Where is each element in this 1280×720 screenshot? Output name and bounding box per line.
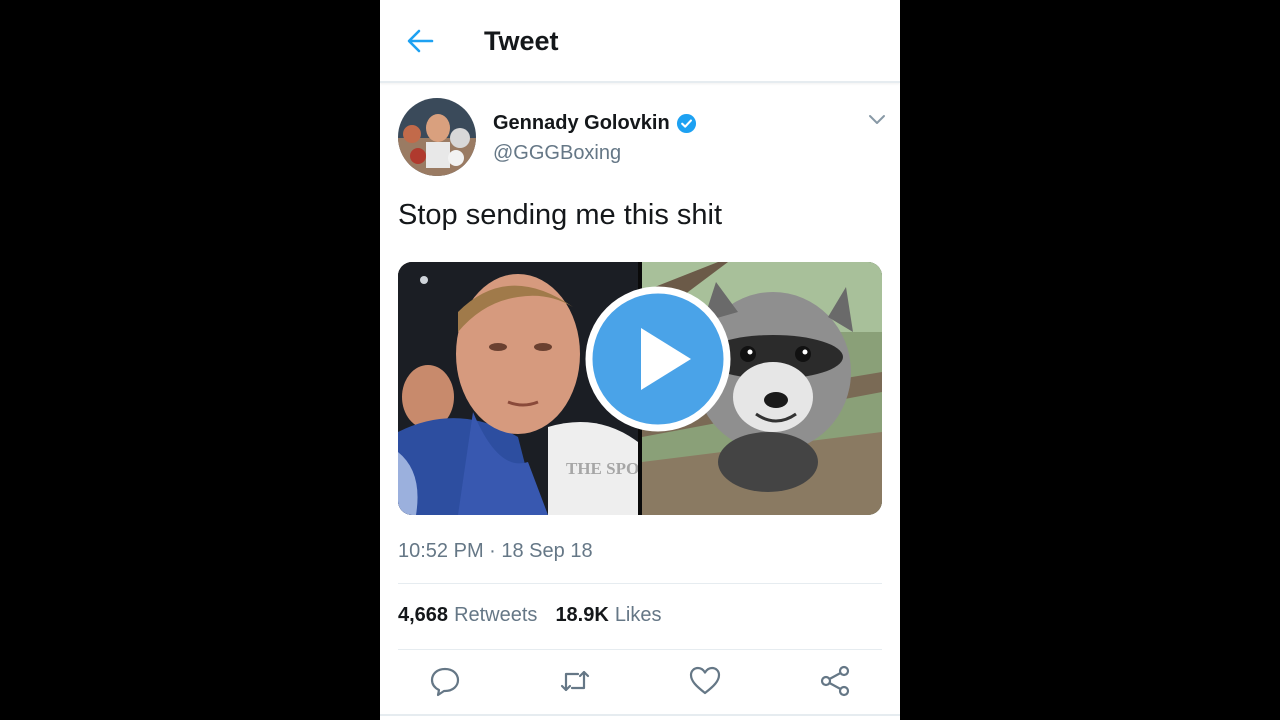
tweet-screen: Tweet Gennady Golovkin @GGGBoxing Stop s… xyxy=(380,0,900,720)
retweets-label: Retweets xyxy=(454,604,538,626)
retweets-stat[interactable]: 4,668 Retweets xyxy=(398,604,537,627)
back-arrow-icon[interactable] xyxy=(406,28,434,54)
video-thumbnail[interactable]: THE SPORT RAG xyxy=(398,262,882,515)
avatar[interactable] xyxy=(398,98,476,176)
retweet-icon[interactable] xyxy=(558,664,592,698)
like-icon[interactable] xyxy=(688,664,722,698)
top-bar: Tweet xyxy=(380,0,900,83)
play-icon[interactable] xyxy=(585,286,731,432)
tweet-timestamp[interactable]: 10:52 PM · 18 Sep 18 xyxy=(398,540,593,563)
chevron-down-icon[interactable] xyxy=(868,114,886,126)
display-name[interactable]: Gennady Golovkin xyxy=(493,112,670,135)
engagement-stats: 4,668 Retweets 18.9K Likes xyxy=(398,604,680,627)
share-icon[interactable] xyxy=(818,664,852,698)
likes-count: 18.9K xyxy=(555,604,609,626)
action-bar xyxy=(380,664,900,702)
reply-icon[interactable] xyxy=(428,664,462,698)
verified-icon xyxy=(676,113,696,134)
tweet-text: Stop sending me this shit xyxy=(398,199,723,231)
divider xyxy=(380,714,900,716)
likes-stat[interactable]: 18.9K Likes xyxy=(555,604,661,627)
likes-label: Likes xyxy=(614,604,662,626)
retweets-count: 4,668 xyxy=(398,604,449,626)
divider xyxy=(398,583,882,584)
user-name-row: Gennady Golovkin xyxy=(493,112,697,135)
divider xyxy=(398,649,882,650)
user-handle[interactable]: @GGGBoxing xyxy=(493,142,621,165)
page-title: Tweet xyxy=(484,26,559,56)
